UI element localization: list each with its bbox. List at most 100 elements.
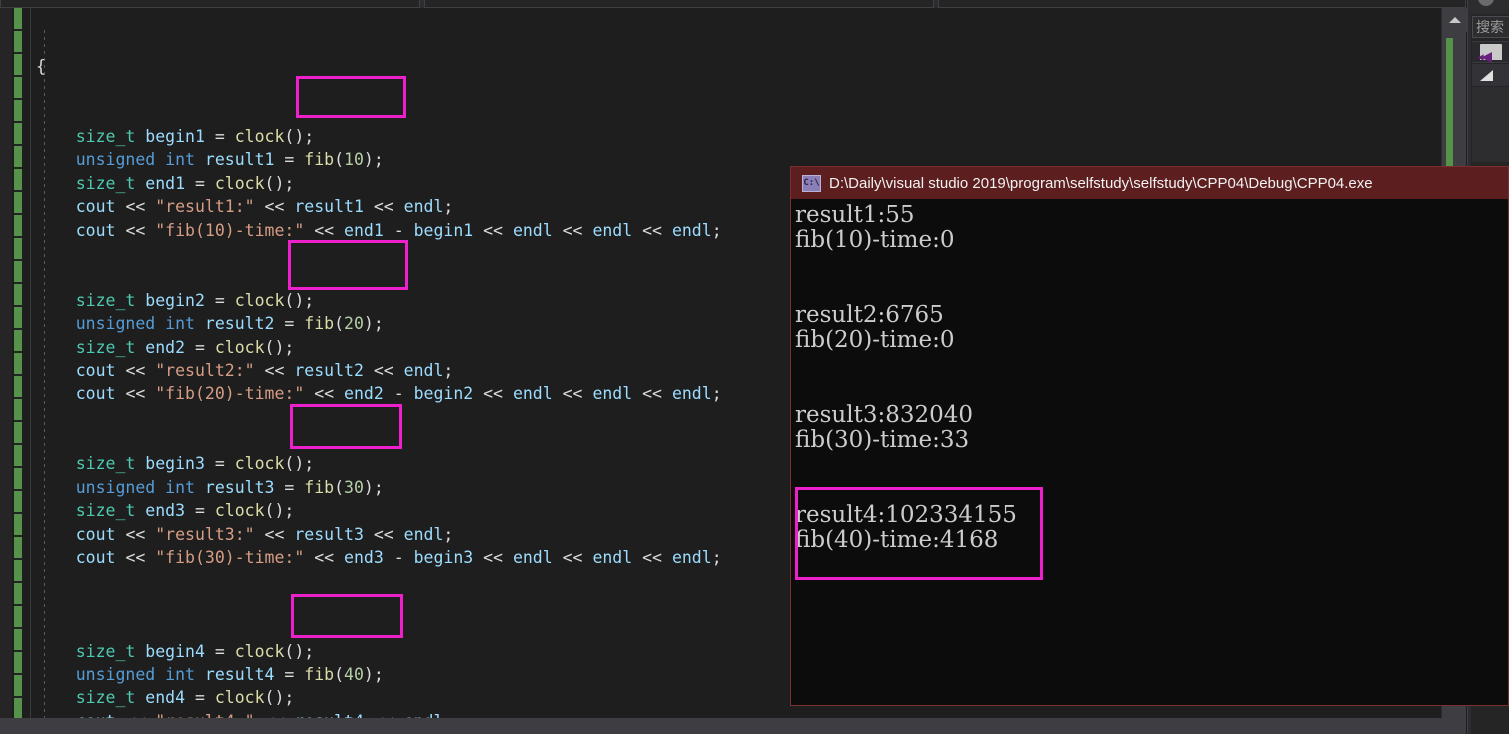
code-token: result3 xyxy=(204,477,275,497)
console-output-line xyxy=(795,453,1508,478)
vs-editor-window: { size_t begin1 = clock(); unsigned int … xyxy=(0,0,1509,734)
code-token: fib xyxy=(304,477,335,497)
code-token: size_t xyxy=(75,290,136,310)
console-window[interactable]: C:\ D:\Daily\visual studio 2019\program\… xyxy=(790,166,1509,706)
code-token: end2 xyxy=(344,384,384,404)
code-token: endl xyxy=(671,548,712,568)
console-title-text: D:\Daily\visual studio 2019\program\self… xyxy=(829,174,1373,192)
code-token: << xyxy=(562,384,583,404)
code-token: - xyxy=(393,384,404,404)
panel-header-glyph xyxy=(1478,0,1494,6)
code-token: cout xyxy=(75,197,116,217)
code-token: = xyxy=(194,501,205,521)
code-token: end1 xyxy=(145,173,186,193)
code-token: begin2 xyxy=(413,384,474,404)
code-token: cout xyxy=(75,548,116,568)
code-token: << xyxy=(642,220,662,240)
code-token: end2 xyxy=(145,337,186,357)
code-line: cout << "result4:" << result4 << endl; xyxy=(36,710,1436,718)
code-token: endl xyxy=(512,220,553,240)
code-token: << xyxy=(562,548,583,568)
console-icon-glyph: C:\ xyxy=(803,177,820,188)
code-token: clock xyxy=(214,688,265,708)
panel-search-input[interactable]: 搜索 xyxy=(1472,16,1509,38)
code-token: << xyxy=(483,220,503,240)
code-token: - xyxy=(393,220,404,240)
console-output-line xyxy=(795,278,1508,303)
code-token: ; xyxy=(711,384,722,404)
scroll-up-arrow-icon[interactable] xyxy=(1442,8,1467,32)
code-token: = xyxy=(194,688,205,708)
code-token: << xyxy=(642,384,662,404)
code-token: unsigned xyxy=(75,665,156,684)
triangle-icon xyxy=(1480,70,1493,81)
code-token: begin3 xyxy=(413,548,474,568)
code-token: << xyxy=(373,524,394,544)
code-token: begin3 xyxy=(145,454,205,474)
code-token: result2 xyxy=(294,360,364,380)
code-token: (); xyxy=(264,501,295,521)
code-token: size_t xyxy=(75,127,136,147)
code-token: 10 xyxy=(344,150,364,170)
code-token: << xyxy=(373,360,394,380)
code-token: clock xyxy=(234,127,285,147)
editor-bottom-strip xyxy=(0,718,1466,734)
document-tab-2[interactable] xyxy=(424,0,934,8)
code-token: int xyxy=(165,665,195,684)
code-token: endl xyxy=(403,524,444,544)
console-title-bar[interactable]: C:\ D:\Daily\visual studio 2019\program\… xyxy=(791,167,1508,199)
console-output-line xyxy=(795,378,1508,403)
selection-margin[interactable] xyxy=(0,8,12,718)
panel-list-item[interactable] xyxy=(1472,41,1509,63)
code-token: cout xyxy=(75,360,116,380)
code-token: fib xyxy=(304,665,335,684)
console-output-line: result1:55 xyxy=(795,202,915,228)
code-token: begin1 xyxy=(413,220,474,240)
code-token: = xyxy=(284,150,295,170)
code-token: int xyxy=(165,314,195,334)
code-token: ); xyxy=(363,314,384,334)
code-token: << xyxy=(264,360,285,380)
code-token: size_t xyxy=(75,641,136,661)
document-tab-1[interactable] xyxy=(0,0,420,8)
document-tab-strip[interactable] xyxy=(0,0,1466,8)
panel-collapse-row[interactable] xyxy=(1472,64,1509,86)
document-tab-3[interactable] xyxy=(938,0,1466,8)
code-token: << xyxy=(562,220,583,240)
outlining-rail[interactable] xyxy=(30,8,31,718)
code-token: (); xyxy=(264,337,295,357)
code-token: "fib(30)-time:" xyxy=(155,548,305,568)
code-token: ; xyxy=(443,360,454,380)
